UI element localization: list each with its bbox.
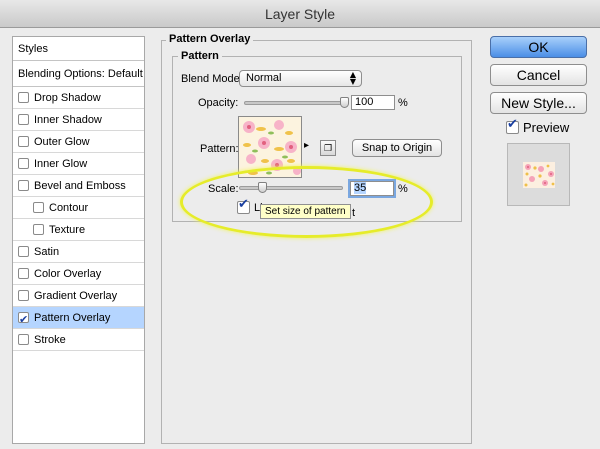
style-item[interactable]: Contour: [13, 197, 144, 219]
style-item-label: Bevel and Emboss: [34, 179, 126, 192]
highlight-annotation: [180, 166, 433, 238]
style-item[interactable]: Color Overlay: [13, 263, 144, 285]
checkbox-icon[interactable]: [18, 290, 29, 301]
style-item[interactable]: Satin: [13, 241, 144, 263]
style-item[interactable]: Stroke: [13, 329, 144, 351]
checkbox-checked-icon[interactable]: [18, 309, 29, 331]
styles-list: Styles Blending Options: Default Drop Sh…: [12, 36, 145, 444]
group-title: Pattern Overlay: [166, 33, 254, 45]
opacity-input[interactable]: 100: [351, 95, 395, 110]
layer-style-dialog: Layer Style Styles Blending Options: Def…: [0, 0, 600, 449]
subgroup-title: Pattern: [178, 50, 222, 62]
style-items: Drop Shadow Inner Shadow Outer Glow Inner G…: [13, 87, 144, 351]
style-item[interactable]: Outer Glow: [13, 131, 144, 153]
checkbox-checked-icon: [506, 117, 519, 134]
preview-checkbox[interactable]: Preview: [506, 117, 570, 135]
window-title: Layer Style: [0, 0, 600, 28]
cancel-button[interactable]: Cancel: [490, 64, 587, 86]
style-item[interactable]: Pattern Overlay: [13, 307, 144, 331]
opacity-slider-track[interactable]: [244, 101, 346, 105]
checkbox-icon[interactable]: [18, 246, 29, 257]
style-item-label: Texture: [49, 223, 86, 236]
style-item-label: Pattern Overlay: [34, 311, 111, 324]
style-item[interactable]: Texture: [13, 219, 144, 241]
new-style-button[interactable]: New Style...: [490, 92, 587, 114]
blend-mode-label: Blend Mode:: [181, 73, 243, 85]
snap-to-origin-button[interactable]: Snap to Origin: [352, 139, 442, 157]
style-item-label: Inner Glow: [34, 157, 88, 170]
pattern-label: Pattern:: [200, 143, 239, 155]
style-item-label: Drop Shadow: [34, 91, 101, 104]
ok-button[interactable]: OK: [490, 36, 587, 58]
style-item-label: Inner Shadow: [34, 113, 102, 126]
opacity-label: Opacity:: [198, 97, 239, 109]
blend-mode-value: Normal: [246, 72, 282, 84]
blend-mode-select[interactable]: Normal ▲ ▼: [239, 70, 362, 87]
checkbox-icon[interactable]: [18, 114, 29, 125]
opacity-unit: %: [398, 97, 408, 109]
checkbox-icon[interactable]: [18, 334, 29, 345]
style-item-label: Contour: [49, 201, 89, 214]
style-item-label: Satin: [34, 245, 60, 258]
style-item[interactable]: Bevel and Emboss: [13, 175, 144, 197]
style-item[interactable]: Drop Shadow: [13, 87, 144, 109]
checkbox-icon[interactable]: [33, 202, 44, 213]
checkbox-icon[interactable]: [18, 268, 29, 279]
updown-arrows-icon: ▲ ▼: [349, 70, 356, 86]
preview-pattern-icon: [523, 162, 555, 188]
pattern-picker-arrow-icon[interactable]: ▸: [304, 140, 309, 151]
create-preset-icon[interactable]: ❐: [320, 140, 336, 156]
blending-options-item[interactable]: Blending Options: Default: [13, 61, 144, 87]
styles-header[interactable]: Styles: [13, 37, 144, 61]
style-item-label: Stroke: [34, 333, 66, 346]
style-item[interactable]: Gradient Overlay: [13, 285, 144, 307]
style-item-label: Outer Glow: [34, 135, 90, 148]
style-item-label: Color Overlay: [34, 267, 102, 280]
style-item[interactable]: Inner Glow: [13, 153, 144, 175]
checkbox-icon[interactable]: [18, 158, 29, 169]
checkbox-icon[interactable]: [18, 92, 29, 103]
checkbox-icon[interactable]: [18, 136, 29, 147]
checkbox-icon[interactable]: [18, 180, 29, 191]
opacity-slider-thumb[interactable]: [340, 97, 349, 108]
style-item-label: Gradient Overlay: [34, 289, 118, 302]
preview-pattern: [523, 162, 555, 188]
preview-thumbnail: [507, 143, 570, 206]
style-item[interactable]: Inner Shadow: [13, 109, 144, 131]
preview-label: Preview: [523, 120, 570, 135]
checkbox-icon[interactable]: [33, 224, 44, 235]
